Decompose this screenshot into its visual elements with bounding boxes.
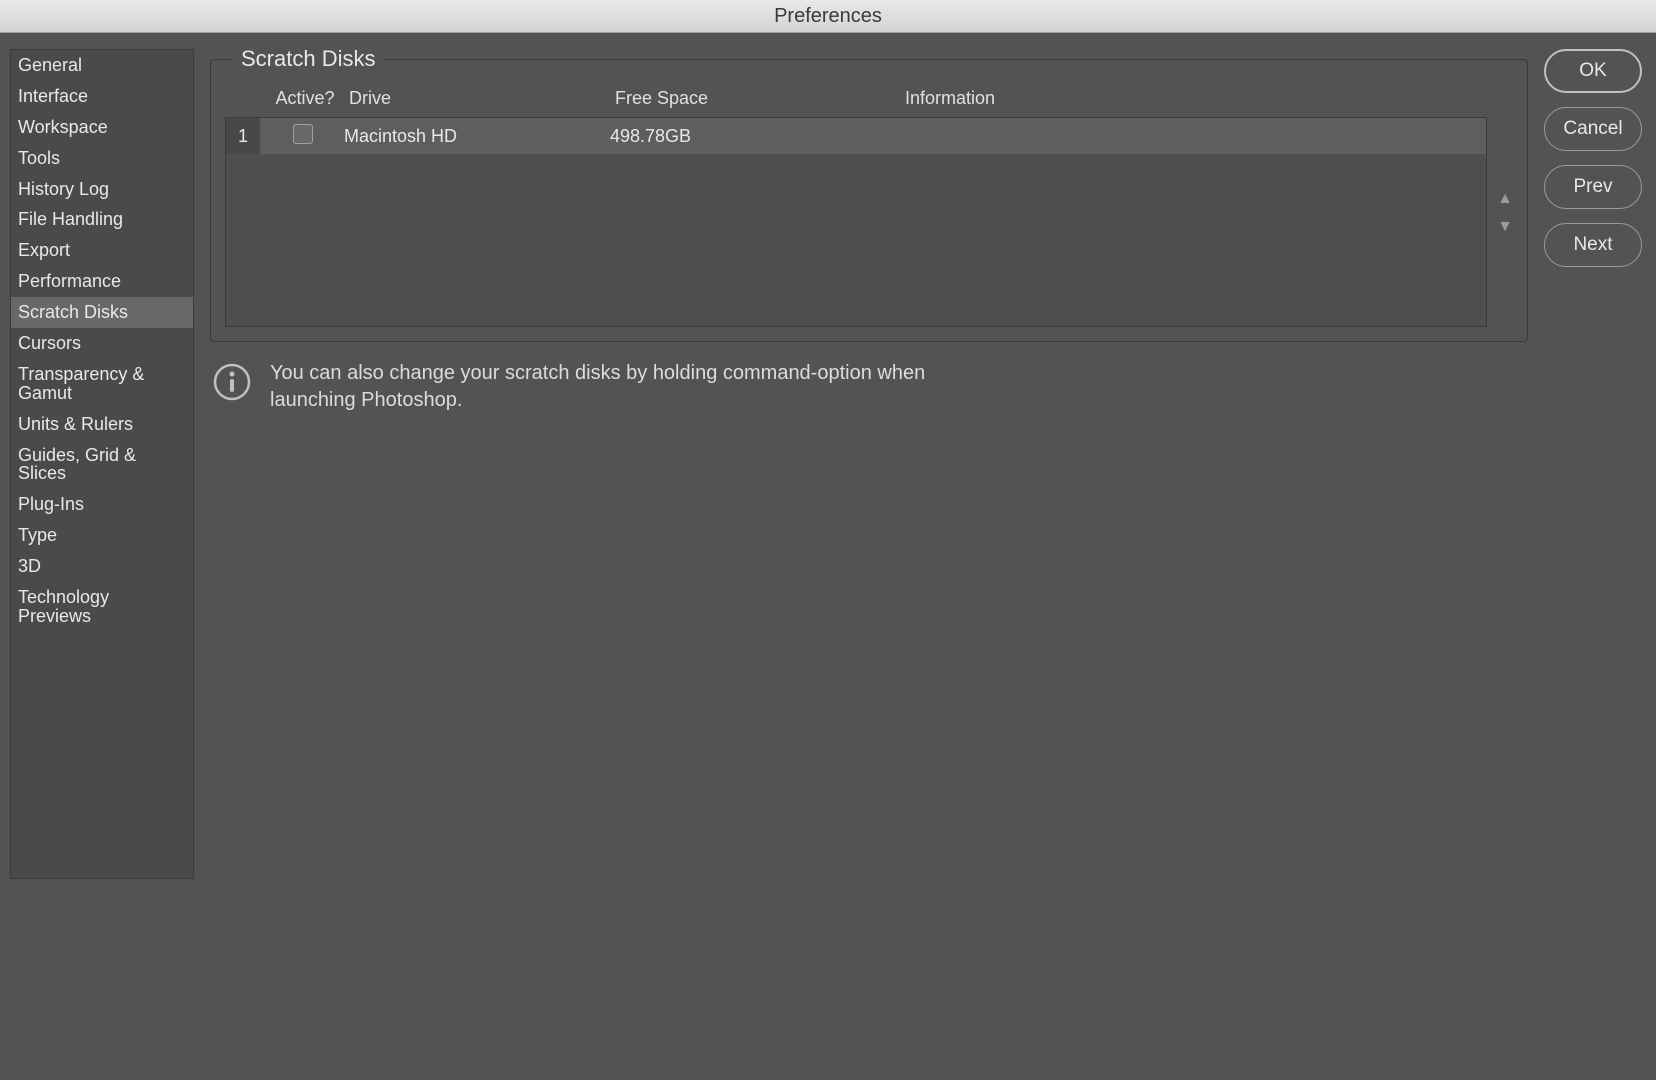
sidebar-item-general[interactable]: General — [11, 50, 193, 81]
column-header-active: Active? — [265, 88, 345, 109]
sidebar-item-plug-ins[interactable]: Plug-Ins — [11, 489, 193, 520]
sidebar-item-cursors[interactable]: Cursors — [11, 328, 193, 359]
scratch-disks-panel: Scratch Disks Active? Drive Free Space I… — [210, 59, 1528, 342]
sidebar-item-3d[interactable]: 3D — [11, 551, 193, 582]
cancel-button[interactable]: Cancel — [1544, 107, 1642, 151]
row-drive: Macintosh HD — [340, 126, 610, 147]
table-row[interactable]: 1 Macintosh HD 498.78GB — [226, 118, 1486, 154]
sidebar-item-interface[interactable]: Interface — [11, 81, 193, 112]
sidebar-item-units-rulers[interactable]: Units & Rulers — [11, 409, 193, 440]
sidebar-item-scratch-disks[interactable]: Scratch Disks — [11, 297, 193, 328]
sidebar-item-export[interactable]: Export — [11, 235, 193, 266]
sidebar-item-file-handling[interactable]: File Handling — [11, 204, 193, 235]
sidebar-item-transparency-gamut[interactable]: Transparency & Gamut — [11, 359, 193, 409]
column-header-information: Information — [905, 88, 1487, 109]
sidebar-item-performance[interactable]: Performance — [11, 266, 193, 297]
row-free-space: 498.78GB — [610, 126, 900, 147]
info-hint-text: You can also change your scratch disks b… — [270, 360, 990, 414]
sidebar-item-guides-grid-slices[interactable]: Guides, Grid & Slices — [11, 440, 193, 490]
column-header-drive: Drive — [345, 88, 615, 109]
panel-title: Scratch Disks — [233, 46, 383, 72]
active-checkbox[interactable] — [293, 124, 313, 144]
preferences-sidebar: General Interface Workspace Tools Histor… — [10, 49, 194, 879]
row-index: 1 — [226, 118, 260, 154]
ok-button[interactable]: OK — [1544, 49, 1642, 93]
next-button[interactable]: Next — [1544, 223, 1642, 267]
table-body: 1 Macintosh HD 498.78GB — [225, 117, 1487, 327]
column-header-free-space: Free Space — [615, 88, 905, 109]
sidebar-item-history-log[interactable]: History Log — [11, 174, 193, 205]
scratch-disks-table: Active? Drive Free Space Information 1 M… — [225, 84, 1487, 327]
window-title: Preferences — [774, 5, 882, 28]
sidebar-item-technology-previews[interactable]: Technology Previews — [11, 582, 193, 632]
prev-button[interactable]: Prev — [1544, 165, 1642, 209]
sidebar-item-tools[interactable]: Tools — [11, 143, 193, 174]
move-down-button[interactable]: ▼ — [1497, 218, 1513, 236]
table-header: Active? Drive Free Space Information — [225, 84, 1487, 117]
sidebar-item-workspace[interactable]: Workspace — [11, 112, 193, 143]
sidebar-item-type[interactable]: Type — [11, 520, 193, 551]
move-up-button[interactable]: ▲ — [1497, 190, 1513, 208]
window-titlebar: Preferences — [0, 0, 1656, 33]
info-icon — [212, 362, 252, 402]
info-hint: You can also change your scratch disks b… — [210, 360, 1528, 414]
